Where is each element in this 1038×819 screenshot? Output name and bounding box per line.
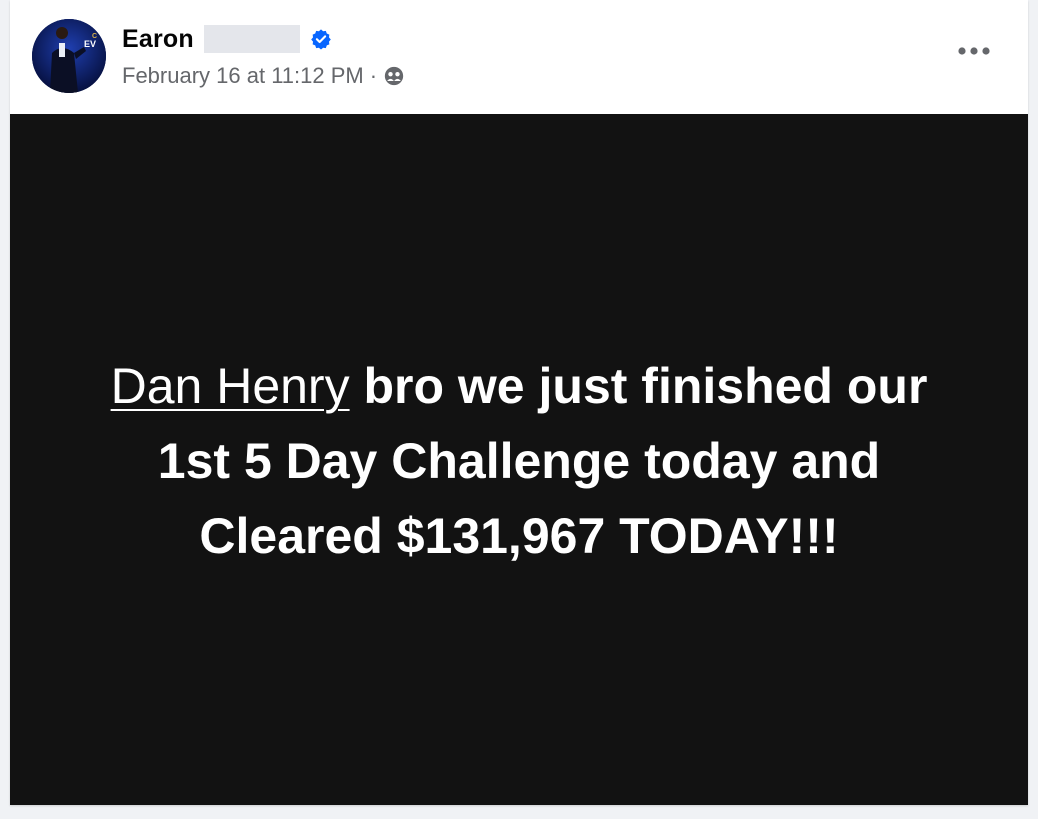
verified-badge-icon — [311, 29, 331, 50]
svg-text:EV: EV — [84, 39, 96, 49]
author-row: Earon — [122, 22, 332, 56]
post-text: Dan Henry bro we just finished our 1st 5… — [49, 349, 989, 574]
meta-separator: · — [369, 63, 378, 88]
more-options-icon — [958, 47, 990, 55]
mention-link[interactable]: Dan Henry — [111, 358, 350, 414]
svg-text:C: C — [92, 33, 97, 40]
post-text-line-2: 1st 5 Day Challenge today and — [157, 433, 881, 489]
more-options-button[interactable] — [954, 36, 994, 66]
avatar[interactable]: EV C — [32, 19, 106, 93]
post-header: EV C Earon February 16 at 11:12 PM · — [10, 0, 1028, 114]
post-text-background: Dan Henry bro we just finished our 1st 5… — [10, 114, 1028, 805]
author-name[interactable]: Earon — [122, 25, 194, 54]
post-timestamp[interactable]: February 16 at 11:12 PM — [122, 63, 364, 89]
post-text-line-3: Cleared $131,967 TODAY!!! — [199, 508, 839, 564]
avatar-image: EV C — [32, 19, 106, 93]
friends-audience-icon[interactable] — [383, 65, 405, 87]
post-meta: February 16 at 11:12 PM · — [122, 60, 405, 92]
post-card: EV C Earon February 16 at 11:12 PM · Dan… — [10, 0, 1028, 805]
name-redaction — [203, 25, 300, 53]
post-text-line-1: bro we just finished our — [349, 358, 928, 414]
